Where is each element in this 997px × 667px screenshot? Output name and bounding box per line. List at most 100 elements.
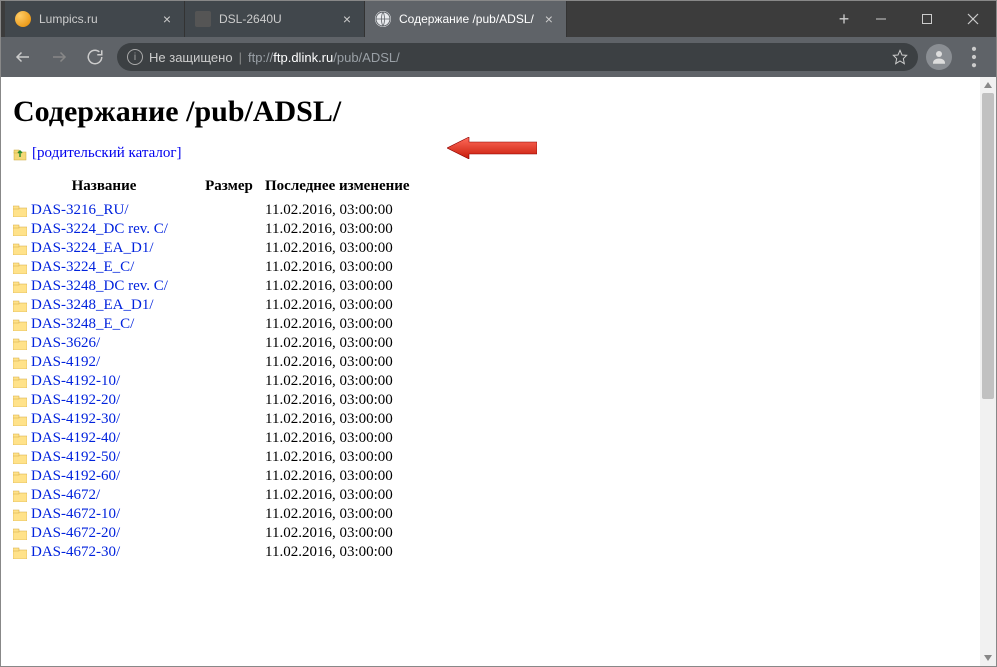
table-row: DAS-3216_RU/11.02.2016, 03:00:00 xyxy=(13,201,420,220)
size-cell xyxy=(203,410,263,429)
browser-tab[interactable]: DSL-2640U× xyxy=(185,1,365,37)
tab-close-icon[interactable]: × xyxy=(160,12,174,26)
vertical-scrollbar[interactable] xyxy=(980,77,996,666)
size-cell xyxy=(203,334,263,353)
info-icon[interactable]: i xyxy=(127,49,143,65)
table-row: DAS-4192-20/11.02.2016, 03:00:00 xyxy=(13,391,420,410)
window-controls xyxy=(858,1,996,37)
url-text: ftp://ftp.dlink.ru/pub/ADSL/ xyxy=(248,50,400,65)
scroll-thumb[interactable] xyxy=(982,93,994,399)
table-row: DAS-4192-30/11.02.2016, 03:00:00 xyxy=(13,410,420,429)
directory-link[interactable]: DAS-3248_E_C/ xyxy=(31,316,134,332)
scroll-up-button[interactable] xyxy=(980,77,996,93)
folder-icon xyxy=(13,281,27,293)
table-row: DAS-4192-10/11.02.2016, 03:00:00 xyxy=(13,372,420,391)
page-content: Содержание /pub/ADSL/ [родительский ката… xyxy=(1,77,980,666)
directory-link[interactable]: DAS-3224_E_C/ xyxy=(31,259,134,275)
tab-close-icon[interactable]: × xyxy=(340,12,354,26)
bookmark-star-icon[interactable] xyxy=(892,49,908,65)
directory-link[interactable]: DAS-3224_EA_D1/ xyxy=(31,240,154,256)
minimize-button[interactable] xyxy=(858,1,904,37)
tabstrip: Lumpics.ru×DSL-2640U×Содержание /pub/ADS… xyxy=(1,1,830,37)
browser-tab[interactable]: Lumpics.ru × xyxy=(5,1,185,37)
directory-link[interactable]: DAS-4192-50/ xyxy=(31,449,120,465)
size-cell xyxy=(203,486,263,505)
menu-button[interactable] xyxy=(960,43,988,71)
scroll-down-button[interactable] xyxy=(980,650,996,666)
tab-close-icon[interactable]: × xyxy=(542,12,556,26)
scroll-track[interactable] xyxy=(980,93,996,650)
size-cell xyxy=(203,277,263,296)
size-cell xyxy=(203,239,263,258)
table-row: DAS-3224_E_C/11.02.2016, 03:00:00 xyxy=(13,258,420,277)
size-cell xyxy=(203,505,263,524)
directory-link[interactable]: DAS-3224_DC rev. C/ xyxy=(31,221,168,237)
tab-title: Lumpics.ru xyxy=(39,12,152,26)
modified-cell: 11.02.2016, 03:00:00 xyxy=(263,353,420,372)
modified-cell: 11.02.2016, 03:00:00 xyxy=(263,277,420,296)
modified-cell: 11.02.2016, 03:00:00 xyxy=(263,448,420,467)
size-cell xyxy=(203,467,263,486)
directory-link[interactable]: DAS-3626/ xyxy=(31,335,100,351)
modified-cell: 11.02.2016, 03:00:00 xyxy=(263,220,420,239)
folder-icon xyxy=(13,243,27,255)
size-cell xyxy=(203,391,263,410)
profile-avatar[interactable] xyxy=(926,44,952,70)
modified-cell: 11.02.2016, 03:00:00 xyxy=(263,505,420,524)
modified-cell: 11.02.2016, 03:00:00 xyxy=(263,429,420,448)
browser-tab[interactable]: Содержание /pub/ADSL/ × xyxy=(365,1,567,37)
tab-title: Содержание /pub/ADSL/ xyxy=(399,12,534,26)
favicon-dsl-icon xyxy=(195,11,211,27)
folder-icon xyxy=(13,357,27,369)
content-area: Содержание /pub/ADSL/ [родительский ката… xyxy=(1,77,996,666)
size-cell xyxy=(203,220,263,239)
table-row: DAS-4192/11.02.2016, 03:00:00 xyxy=(13,353,420,372)
table-row: DAS-3248_EA_D1/11.02.2016, 03:00:00 xyxy=(13,296,420,315)
up-icon xyxy=(13,147,27,161)
directory-link[interactable]: DAS-4192-10/ xyxy=(31,373,120,389)
modified-cell: 11.02.2016, 03:00:00 xyxy=(263,391,420,410)
directory-link[interactable]: DAS-4672-10/ xyxy=(31,506,120,522)
modified-cell: 11.02.2016, 03:00:00 xyxy=(263,258,420,277)
directory-link[interactable]: DAS-3248_EA_D1/ xyxy=(31,297,154,313)
folder-icon xyxy=(13,395,27,407)
reload-button[interactable] xyxy=(81,43,109,71)
address-bar[interactable]: i Не защищено | ftp://ftp.dlink.ru/pub/A… xyxy=(117,43,918,71)
size-cell xyxy=(203,258,263,277)
size-cell xyxy=(203,353,263,372)
table-row: DAS-3224_DC rev. C/11.02.2016, 03:00:00 xyxy=(13,220,420,239)
directory-link[interactable]: DAS-4672-30/ xyxy=(31,544,120,560)
back-button[interactable] xyxy=(9,43,37,71)
favicon-lumpics-icon xyxy=(15,11,31,27)
modified-cell: 11.02.2016, 03:00:00 xyxy=(263,315,420,334)
directory-link[interactable]: DAS-3248_DC rev. C/ xyxy=(31,278,168,294)
parent-directory-link[interactable]: [родительский каталог] xyxy=(32,145,182,162)
divider: | xyxy=(239,50,242,65)
directory-link[interactable]: DAS-3216_RU/ xyxy=(31,202,129,218)
size-cell xyxy=(203,429,263,448)
modified-cell: 11.02.2016, 03:00:00 xyxy=(263,467,420,486)
forward-button[interactable] xyxy=(45,43,73,71)
directory-link[interactable]: DAS-4192-30/ xyxy=(31,411,120,427)
folder-icon xyxy=(13,376,27,388)
directory-link[interactable]: DAS-4192-40/ xyxy=(31,430,120,446)
size-cell xyxy=(203,201,263,220)
size-cell xyxy=(203,448,263,467)
browser-window: Lumpics.ru×DSL-2640U×Содержание /pub/ADS… xyxy=(0,0,997,667)
directory-link[interactable]: DAS-4192-20/ xyxy=(31,392,120,408)
modified-cell: 11.02.2016, 03:00:00 xyxy=(263,201,420,220)
column-header-modified: Последнее изменение xyxy=(263,176,420,201)
table-row: DAS-3626/11.02.2016, 03:00:00 xyxy=(13,334,420,353)
directory-link[interactable]: DAS-4672-20/ xyxy=(31,525,120,541)
size-cell xyxy=(203,296,263,315)
column-header-name: Название xyxy=(13,176,203,201)
directory-link[interactable]: DAS-4192-60/ xyxy=(31,468,120,484)
maximize-button[interactable] xyxy=(904,1,950,37)
modified-cell: 11.02.2016, 03:00:00 xyxy=(263,524,420,543)
directory-link[interactable]: DAS-4192/ xyxy=(31,354,100,370)
new-tab-button[interactable]: + xyxy=(830,1,858,37)
folder-icon xyxy=(13,547,27,559)
directory-link[interactable]: DAS-4672/ xyxy=(31,487,100,503)
close-button[interactable] xyxy=(950,1,996,37)
size-cell xyxy=(203,524,263,543)
